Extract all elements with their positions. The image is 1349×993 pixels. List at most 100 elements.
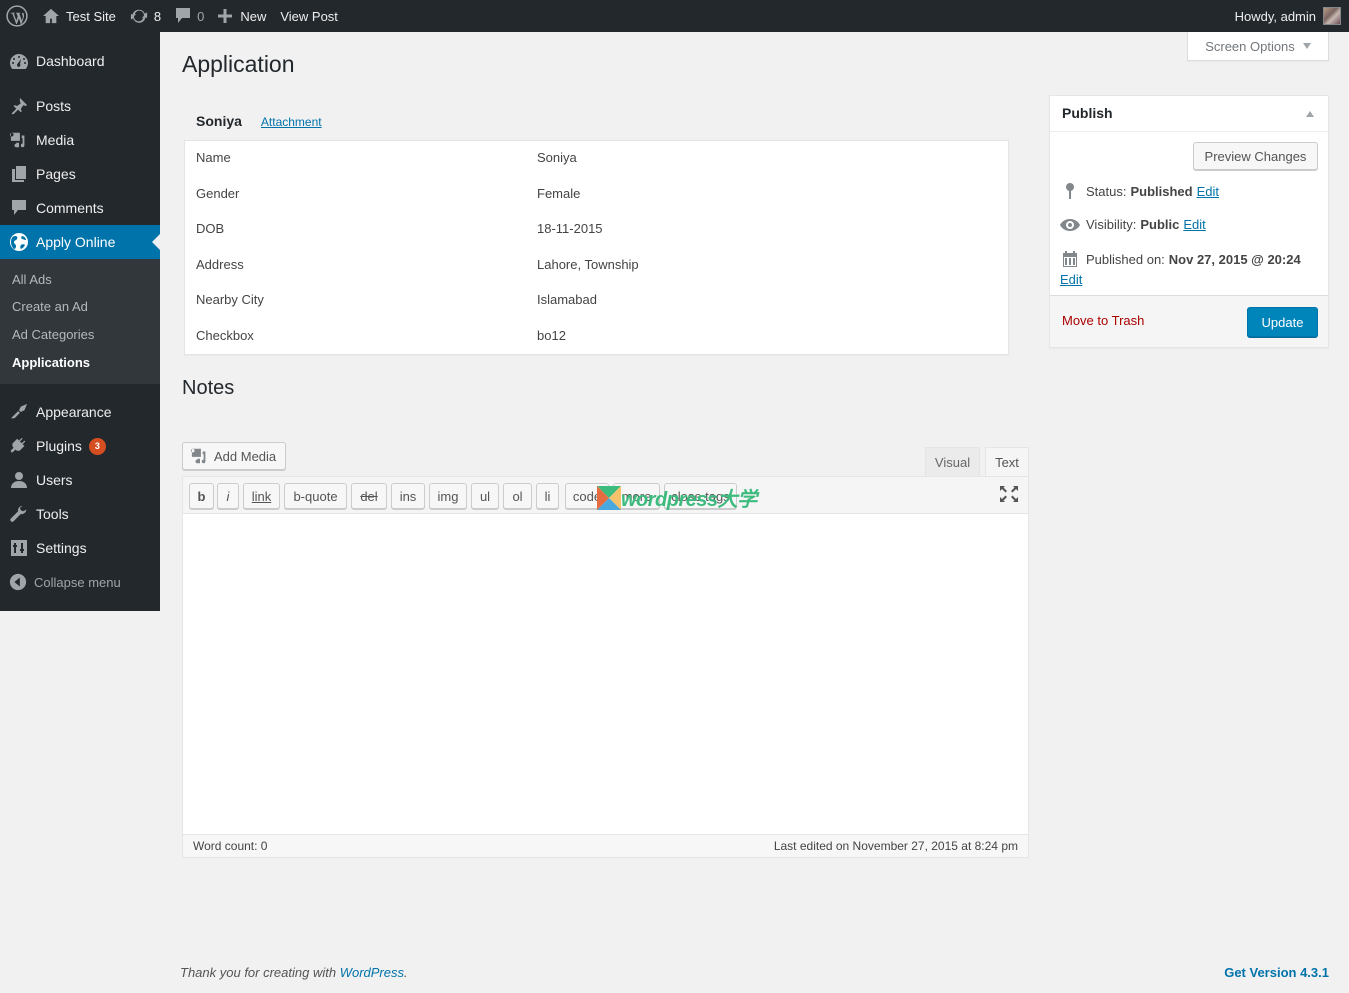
- table-row: Nearby City Islamabad: [185, 292, 1008, 312]
- edit-visibility-link[interactable]: Edit: [1183, 217, 1205, 232]
- site-name-link[interactable]: Test Site: [35, 0, 123, 32]
- add-media-label: Add Media: [214, 448, 277, 464]
- my-account[interactable]: Howdy, admin: [1235, 7, 1349, 25]
- table-row: Address Lahore, Township: [185, 257, 1008, 277]
- table-row: Gender Female: [185, 186, 1008, 206]
- admin-bar: Test Site 8 0 New View Post Howdy, admin: [0, 0, 1349, 32]
- sidebar-item-pages[interactable]: Pages: [0, 157, 160, 191]
- last-edited: Last edited on November 27, 2015 at 8:24…: [773, 839, 1018, 853]
- submenu-item-applications[interactable]: Applications: [12, 355, 90, 370]
- field-value: Lahore, Township: [537, 257, 639, 272]
- update-button[interactable]: Update: [1247, 307, 1318, 337]
- qt-bold-button[interactable]: b: [189, 483, 214, 509]
- qt-bquote-button[interactable]: b-quote: [284, 483, 347, 509]
- publish-box-header[interactable]: Publish: [1050, 96, 1328, 132]
- get-version-link[interactable]: Get Version 4.3.1: [1224, 965, 1329, 980]
- sidebar-item-posts[interactable]: Posts: [0, 89, 160, 123]
- screen-options-button[interactable]: Screen Options: [1187, 32, 1329, 61]
- tab-visual[interactable]: Visual: [925, 447, 980, 477]
- page-title: Application: [182, 51, 295, 77]
- edit-status-link[interactable]: Edit: [1197, 184, 1219, 199]
- calendar-icon: [1063, 251, 1077, 267]
- fullscreen-icon: [1000, 486, 1018, 502]
- publish-actions: Move to Trash Update: [1050, 295, 1328, 347]
- wordpress-link[interactable]: WordPress: [340, 965, 404, 980]
- updates-link[interactable]: 8: [123, 0, 168, 32]
- notes-textarea[interactable]: [183, 514, 1028, 835]
- tab-text[interactable]: Text: [985, 447, 1029, 477]
- submenu-item-create-ad[interactable]: Create an Ad: [12, 299, 88, 314]
- admin-menu: Dashboard Posts Media Pages Comments App…: [0, 32, 160, 611]
- comments-link[interactable]: 0: [168, 0, 211, 32]
- table-row: Checkbox bo12: [185, 328, 1008, 348]
- sidebar-label: Users: [36, 472, 73, 488]
- distraction-free-button[interactable]: [1000, 486, 1018, 505]
- qt-ins-button[interactable]: ins: [391, 483, 425, 509]
- sidebar-item-comments[interactable]: Comments: [0, 191, 160, 225]
- visibility-label: Visibility:: [1086, 217, 1137, 232]
- sidebar-item-apply-online[interactable]: Apply Online: [0, 225, 160, 259]
- published-on-value: Nov 27, 2015 @ 20:24: [1168, 251, 1301, 267]
- home-icon: [43, 8, 59, 24]
- sidebar-label: Tools: [36, 506, 69, 522]
- collapse-icon: [9, 573, 27, 591]
- notes-editor: b i link b-quote del ins img ul ol li co…: [182, 476, 1029, 858]
- publish-title: Publish: [1062, 105, 1113, 121]
- new-label: New: [240, 8, 267, 24]
- wp-logo-button[interactable]: [0, 0, 35, 32]
- collapse-arrow-icon[interactable]: [1306, 111, 1314, 117]
- edit-date-link[interactable]: Edit: [1060, 272, 1082, 287]
- add-media-button[interactable]: Add Media: [182, 442, 286, 470]
- move-to-trash-link[interactable]: Move to Trash: [1062, 313, 1144, 328]
- qt-more-button[interactable]: more: [613, 483, 660, 509]
- field-value: Female: [537, 186, 581, 201]
- submenu-item-ad-categories[interactable]: Ad Categories: [12, 327, 94, 342]
- table-row: Name Soniya: [185, 150, 1008, 170]
- qt-del-button[interactable]: del: [351, 483, 387, 509]
- sidebar-item-tools[interactable]: Tools: [0, 497, 160, 531]
- field-label: Nearby City: [196, 292, 264, 307]
- updates-count: 8: [153, 8, 162, 24]
- plugins-update-badge: 3: [88, 437, 106, 455]
- field-label: Gender: [196, 186, 240, 201]
- qt-ol-button[interactable]: ol: [503, 483, 532, 509]
- publish-box: Publish Preview Changes Status: Publishe…: [1049, 95, 1329, 348]
- qt-img-button[interactable]: img: [429, 483, 467, 509]
- field-value: Soniya: [537, 150, 577, 165]
- qt-link-button[interactable]: link: [243, 483, 280, 509]
- sidebar-label: Media: [36, 132, 75, 148]
- qt-close-tags-button[interactable]: close tags: [664, 483, 737, 509]
- qt-li-button[interactable]: li: [536, 483, 559, 509]
- post-visibility: Visibility: Public Edit: [1060, 217, 1206, 232]
- preview-changes-button[interactable]: Preview Changes: [1193, 142, 1318, 170]
- sidebar-item-plugins[interactable]: Plugins 3: [0, 429, 160, 463]
- site-name: Test Site: [66, 8, 116, 24]
- sidebar-label: Dashboard: [36, 53, 105, 69]
- collapse-menu-button[interactable]: Collapse menu: [0, 565, 160, 599]
- view-post-link[interactable]: View Post: [273, 0, 345, 32]
- post-status: Status: Published Edit: [1060, 183, 1219, 199]
- word-count: Word count: 0: [193, 839, 268, 853]
- new-content-link[interactable]: New: [211, 0, 273, 32]
- qt-ul-button[interactable]: ul: [471, 483, 499, 509]
- table-row: DOB 18-11-2015: [185, 221, 1008, 241]
- eye-icon: [1060, 218, 1080, 231]
- apply-online-submenu: All Ads Create an Ad Ad Categories Appli…: [0, 259, 160, 384]
- sidebar-item-dashboard[interactable]: Dashboard: [0, 44, 160, 78]
- media-icon: [191, 448, 206, 464]
- attachment-link[interactable]: Attachment: [261, 115, 322, 129]
- sidebar-item-media[interactable]: Media: [0, 123, 160, 157]
- qt-italic-button[interactable]: i: [217, 483, 239, 509]
- submenu-item-all-ads[interactable]: All Ads: [12, 272, 52, 287]
- status-label: Status:: [1086, 183, 1127, 199]
- sidebar-label: Apply Online: [36, 234, 116, 250]
- sidebar-item-appearance[interactable]: Appearance: [0, 395, 160, 429]
- application-header: Soniya Attachment: [196, 113, 322, 129]
- qt-code-button[interactable]: code: [565, 483, 609, 509]
- view-post-label: View Post: [280, 8, 338, 24]
- field-label: Checkbox: [196, 328, 254, 343]
- sidebar-item-settings[interactable]: Settings: [0, 531, 160, 565]
- editor-status-bar: Word count: 0 Last edited on November 27…: [183, 834, 1028, 857]
- sidebar-item-users[interactable]: Users: [0, 463, 160, 497]
- published-on-label: Published on:: [1086, 251, 1165, 267]
